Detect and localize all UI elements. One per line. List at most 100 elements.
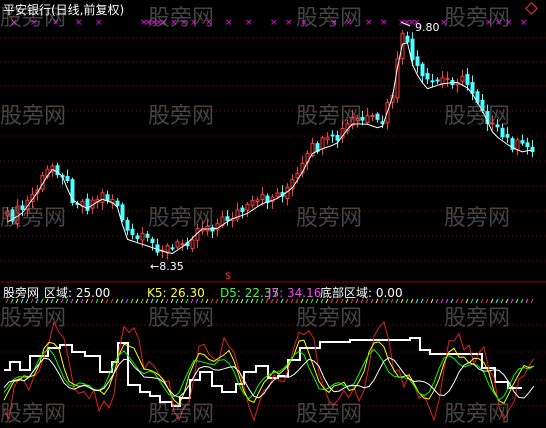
candle-body <box>490 122 495 125</box>
indicator-tick <box>415 298 419 304</box>
indicator-tick <box>445 298 449 304</box>
candle-body <box>105 194 110 202</box>
candle-body <box>65 176 70 182</box>
signal-marker: × <box>75 18 83 28</box>
candle-body <box>525 142 530 148</box>
signal-marker: × <box>495 18 503 28</box>
indicator-tick <box>520 298 524 304</box>
candle-body <box>440 77 445 85</box>
price-low-value: 8.35 <box>159 260 184 273</box>
indicator-tick <box>210 298 214 304</box>
indicator-tick <box>510 298 514 304</box>
candle-body <box>100 192 105 203</box>
candle-body <box>470 82 475 94</box>
candle-body <box>115 200 120 207</box>
k5-value: K5: 26.30 <box>147 286 205 300</box>
indicator-tick <box>485 298 489 304</box>
indicator-tick <box>130 298 134 304</box>
candle-body <box>325 136 330 141</box>
indicator-tick <box>495 298 499 304</box>
signal-marker: × <box>380 18 388 28</box>
candle-body <box>500 127 505 138</box>
indicator-tick <box>480 298 484 304</box>
signal-marker: × <box>505 18 513 28</box>
indicator-tick <box>490 298 494 304</box>
signal-marker: × <box>270 18 278 28</box>
indicator-tick <box>125 298 129 304</box>
indicator-tick <box>530 298 534 304</box>
signal-marker: × <box>245 18 253 28</box>
indicator-tick <box>215 298 219 304</box>
signal-marker: × <box>285 18 293 28</box>
candle-body <box>130 228 135 236</box>
indicator-tick <box>465 298 469 304</box>
indicator-name: 股旁网 <box>3 286 40 300</box>
signal-marker: × <box>225 18 233 28</box>
candle-body <box>260 193 265 200</box>
indicator-tick <box>475 298 479 304</box>
indicator-tick <box>410 298 414 304</box>
signal-marker: × <box>95 18 103 28</box>
indicator-tick <box>450 298 454 304</box>
candle-body <box>445 77 450 80</box>
chart-title: 平安银行(日线,前复权) <box>3 3 125 17</box>
main-grid <box>0 37 546 262</box>
indicator-tick <box>440 298 444 304</box>
candle-body <box>495 124 500 128</box>
candle-body <box>245 203 250 211</box>
indicator-tick <box>140 298 144 304</box>
indicator-tick <box>405 298 409 304</box>
indicator-tick <box>110 298 114 304</box>
indicator-tick <box>430 298 434 304</box>
indicator-tick <box>120 298 124 304</box>
signal-marker: × <box>520 18 528 28</box>
candle-body <box>170 247 175 250</box>
moving-average-line <box>7 42 533 254</box>
candle-body <box>370 114 375 117</box>
candle-body <box>375 113 380 120</box>
signal-marker: × <box>170 18 178 28</box>
candle-body <box>140 232 145 241</box>
signal-marker: × <box>160 18 168 28</box>
candle-body <box>365 115 370 123</box>
indicator-tick <box>500 298 504 304</box>
candle-body <box>415 56 420 66</box>
candle-body <box>505 134 510 138</box>
candle-body <box>410 38 415 61</box>
indicator-tick <box>435 298 439 304</box>
candle-body <box>120 204 125 221</box>
indicator-tick <box>425 298 429 304</box>
candle-body <box>355 117 360 121</box>
candle-body <box>250 200 255 206</box>
signal-marker: × <box>205 18 213 28</box>
candle-body <box>175 241 180 248</box>
candle-body <box>465 74 470 85</box>
candle-body <box>275 192 280 197</box>
indicator-tick <box>525 298 529 304</box>
candle-body <box>330 134 335 137</box>
bottom-zone-value: 底部区域: 0.00 <box>320 286 403 300</box>
signal-marker: × <box>52 18 60 28</box>
candle-body <box>5 210 10 217</box>
signal-marker: × <box>440 18 448 28</box>
stock-chart-canvas[interactable]: × × × × × ××××× × × × × × × × × × × × × × ×××× × × × × × <box>0 0 546 427</box>
candle-body <box>530 146 535 153</box>
candle-body <box>135 235 140 240</box>
candle-body <box>255 199 260 203</box>
candle-body <box>20 205 25 210</box>
candle-body <box>150 238 155 244</box>
indicator-tick <box>505 298 509 304</box>
dollar-marker: $ <box>225 271 232 282</box>
candle-body <box>435 79 440 82</box>
price-low-label: ←8.35 <box>150 260 184 274</box>
candle-body <box>360 116 365 121</box>
price-high-label: 9.80 <box>415 21 440 34</box>
j5-value: J5: 34.16 <box>268 286 322 300</box>
candle-body <box>320 137 325 150</box>
arrow-prefix: ← <box>150 260 160 273</box>
candle-body <box>430 80 435 83</box>
candle-body <box>15 205 20 224</box>
candlestick-series <box>5 30 535 260</box>
signal-marker: × <box>300 18 308 28</box>
candle-body <box>215 223 220 231</box>
